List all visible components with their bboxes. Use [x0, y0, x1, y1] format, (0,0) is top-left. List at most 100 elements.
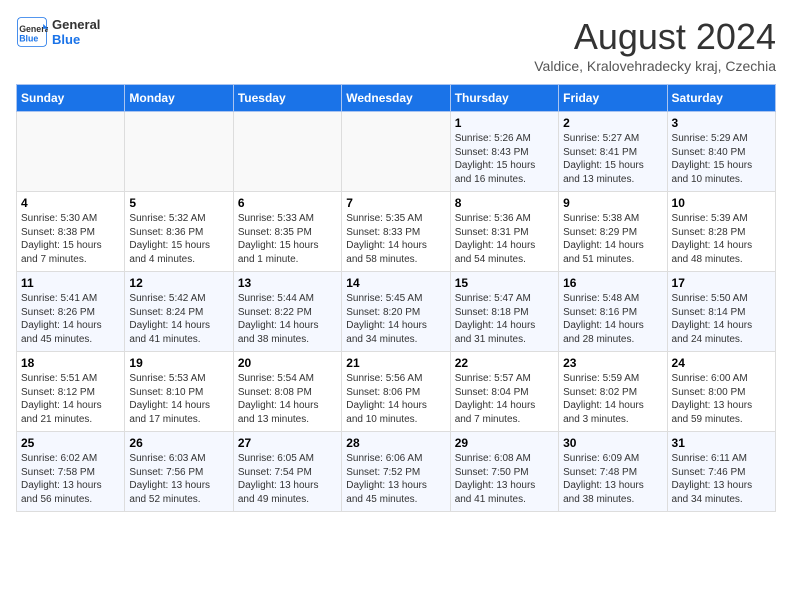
day-number: 6: [238, 196, 337, 210]
day-info: Sunrise: 5:47 AM Sunset: 8:18 PM Dayligh…: [455, 292, 554, 346]
calendar-cell: [125, 112, 233, 192]
day-info: Sunrise: 5:44 AM Sunset: 8:22 PM Dayligh…: [238, 292, 337, 346]
day-number: 13: [238, 276, 337, 290]
day-number: 3: [672, 116, 771, 130]
day-info: Sunrise: 6:09 AM Sunset: 7:48 PM Dayligh…: [563, 452, 662, 506]
month-title: August 2024: [534, 16, 776, 58]
day-info: Sunrise: 5:29 AM Sunset: 8:40 PM Dayligh…: [672, 132, 771, 186]
day-info: Sunrise: 5:45 AM Sunset: 8:20 PM Dayligh…: [346, 292, 445, 346]
calendar-cell: 21Sunrise: 5:56 AM Sunset: 8:06 PM Dayli…: [342, 352, 450, 432]
day-number: 11: [21, 276, 120, 290]
day-info: Sunrise: 5:51 AM Sunset: 8:12 PM Dayligh…: [21, 372, 120, 426]
calendar-cell: 13 Sunrise: 5:44 AM Sunset: 8:22 PM Dayli…: [233, 272, 341, 352]
calendar-cell: 1Sunrise: 5:26 AM Sunset: 8:43 PM Daylig…: [450, 112, 558, 192]
calendar-cell: [17, 112, 125, 192]
day-number: 31: [672, 436, 771, 450]
day-number: 28: [346, 436, 445, 450]
day-number: 5: [129, 196, 228, 210]
day-info: Sunrise: 5:39 AM Sunset: 8:28 PM Dayligh…: [672, 212, 771, 266]
calendar-cell: 14 Sunrise: 5:45 AM Sunset: 8:20 PM Dayli…: [342, 272, 450, 352]
day-number: 12: [129, 276, 228, 290]
calendar-cell: 22Sunrise: 5:57 AM Sunset: 8:04 PM Dayli…: [450, 352, 558, 432]
calendar-week-5: 25 Sunrise: 6:02 AM Sunset: 7:58 PM Dayli…: [17, 432, 776, 512]
day-number: 24: [672, 356, 771, 370]
day-info: Sunrise: 6:05 AM Sunset: 7:54 PM Dayligh…: [238, 452, 337, 506]
header-monday: Monday: [125, 85, 233, 112]
calendar-cell: 23 Sunrise: 5:59 AM Sunset: 8:02 PM Dayli…: [559, 352, 667, 432]
day-info: Sunrise: 5:50 AM Sunset: 8:14 PM Dayligh…: [672, 292, 771, 346]
header-thursday: Thursday: [450, 85, 558, 112]
header-saturday: Saturday: [667, 85, 775, 112]
day-info: Sunrise: 5:57 AM Sunset: 8:04 PM Dayligh…: [455, 372, 554, 426]
day-info: Sunrise: 5:27 AM Sunset: 8:41 PM Dayligh…: [563, 132, 662, 186]
day-number: 16: [563, 276, 662, 290]
calendar-cell: 30Sunrise: 6:09 AM Sunset: 7:48 PM Dayli…: [559, 432, 667, 512]
calendar-cell: 27 Sunrise: 6:05 AM Sunset: 7:54 PM Dayli…: [233, 432, 341, 512]
day-info: Sunrise: 6:02 AM Sunset: 7:58 PM Dayligh…: [21, 452, 120, 506]
day-number: 25: [21, 436, 120, 450]
calendar-cell: 31 Sunrise: 6:11 AM Sunset: 7:46 PM Dayli…: [667, 432, 775, 512]
day-info: Sunrise: 5:38 AM Sunset: 8:29 PM Dayligh…: [563, 212, 662, 266]
day-info: Sunrise: 5:56 AM Sunset: 8:06 PM Dayligh…: [346, 372, 445, 426]
calendar-week-1: 1Sunrise: 5:26 AM Sunset: 8:43 PM Daylig…: [17, 112, 776, 192]
day-info: Sunrise: 5:33 AM Sunset: 8:35 PM Dayligh…: [238, 212, 337, 266]
day-number: 27: [238, 436, 337, 450]
calendar-cell: 26 Sunrise: 6:03 AM Sunset: 7:56 PM Dayli…: [125, 432, 233, 512]
calendar-cell: 29 Sunrise: 6:08 AM Sunset: 7:50 PM Dayli…: [450, 432, 558, 512]
header-sunday: Sunday: [17, 85, 125, 112]
header-tuesday: Tuesday: [233, 85, 341, 112]
day-number: 20: [238, 356, 337, 370]
day-info: Sunrise: 5:26 AM Sunset: 8:43 PM Dayligh…: [455, 132, 554, 186]
day-info: Sunrise: 5:48 AM Sunset: 8:16 PM Dayligh…: [563, 292, 662, 346]
calendar-cell: 19Sunrise: 5:53 AM Sunset: 8:10 PM Dayli…: [125, 352, 233, 432]
calendar-cell: 12Sunrise: 5:42 AM Sunset: 8:24 PM Dayli…: [125, 272, 233, 352]
day-info: Sunrise: 6:03 AM Sunset: 7:56 PM Dayligh…: [129, 452, 228, 506]
calendar-week-2: 4 Sunrise: 5:30 AM Sunset: 8:38 PM Daylig…: [17, 192, 776, 272]
logo-text-line1: General: [52, 17, 100, 32]
calendar-cell: 9 Sunrise: 5:38 AM Sunset: 8:29 PM Daylig…: [559, 192, 667, 272]
location: Valdice, Kralovehradecky kraj, Czechia: [534, 58, 776, 74]
title-block: August 2024 Valdice, Kralovehradecky kra…: [534, 16, 776, 74]
svg-text:Blue: Blue: [19, 34, 38, 44]
calendar-week-3: 11Sunrise: 5:41 AM Sunset: 8:26 PM Dayli…: [17, 272, 776, 352]
day-info: Sunrise: 5:59 AM Sunset: 8:02 PM Dayligh…: [563, 372, 662, 426]
day-number: 9: [563, 196, 662, 210]
calendar-header-row: SundayMondayTuesdayWednesdayThursdayFrid…: [17, 85, 776, 112]
calendar-cell: 15 Sunrise: 5:47 AM Sunset: 8:18 PM Dayli…: [450, 272, 558, 352]
day-number: 7: [346, 196, 445, 210]
calendar-cell: 17 Sunrise: 5:50 AM Sunset: 8:14 PM Dayli…: [667, 272, 775, 352]
calendar-cell: [233, 112, 341, 192]
day-info: Sunrise: 5:54 AM Sunset: 8:08 PM Dayligh…: [238, 372, 337, 426]
day-number: 26: [129, 436, 228, 450]
day-info: Sunrise: 6:06 AM Sunset: 7:52 PM Dayligh…: [346, 452, 445, 506]
calendar-cell: 16 Sunrise: 5:48 AM Sunset: 8:16 PM Dayli…: [559, 272, 667, 352]
day-number: 14: [346, 276, 445, 290]
calendar-table: SundayMondayTuesdayWednesdayThursdayFrid…: [16, 84, 776, 512]
day-info: Sunrise: 5:36 AM Sunset: 8:31 PM Dayligh…: [455, 212, 554, 266]
day-number: 29: [455, 436, 554, 450]
calendar-cell: 6 Sunrise: 5:33 AM Sunset: 8:35 PM Daylig…: [233, 192, 341, 272]
day-info: Sunrise: 5:53 AM Sunset: 8:10 PM Dayligh…: [129, 372, 228, 426]
day-number: 15: [455, 276, 554, 290]
calendar-cell: 18Sunrise: 5:51 AM Sunset: 8:12 PM Dayli…: [17, 352, 125, 432]
calendar-cell: 4 Sunrise: 5:30 AM Sunset: 8:38 PM Daylig…: [17, 192, 125, 272]
day-number: 23: [563, 356, 662, 370]
header-wednesday: Wednesday: [342, 85, 450, 112]
day-info: Sunrise: 6:08 AM Sunset: 7:50 PM Dayligh…: [455, 452, 554, 506]
calendar-cell: 25 Sunrise: 6:02 AM Sunset: 7:58 PM Dayli…: [17, 432, 125, 512]
day-number: 17: [672, 276, 771, 290]
calendar-cell: 3 Sunrise: 5:29 AM Sunset: 8:40 PM Daylig…: [667, 112, 775, 192]
calendar-cell: 2Sunrise: 5:27 AM Sunset: 8:41 PM Daylig…: [559, 112, 667, 192]
day-info: Sunrise: 5:30 AM Sunset: 8:38 PM Dayligh…: [21, 212, 120, 266]
calendar-cell: [342, 112, 450, 192]
day-number: 4: [21, 196, 120, 210]
day-number: 8: [455, 196, 554, 210]
logo-icon: General Blue: [16, 16, 48, 48]
day-info: Sunrise: 6:11 AM Sunset: 7:46 PM Dayligh…: [672, 452, 771, 506]
calendar-cell: 8 Sunrise: 5:36 AM Sunset: 8:31 PM Daylig…: [450, 192, 558, 272]
calendar-week-4: 18Sunrise: 5:51 AM Sunset: 8:12 PM Dayli…: [17, 352, 776, 432]
header-friday: Friday: [559, 85, 667, 112]
calendar-cell: 5Sunrise: 5:32 AM Sunset: 8:36 PM Daylig…: [125, 192, 233, 272]
calendar-cell: 28 Sunrise: 6:06 AM Sunset: 7:52 PM Dayli…: [342, 432, 450, 512]
page-header: General Blue General Blue August 2024 Va…: [16, 16, 776, 74]
